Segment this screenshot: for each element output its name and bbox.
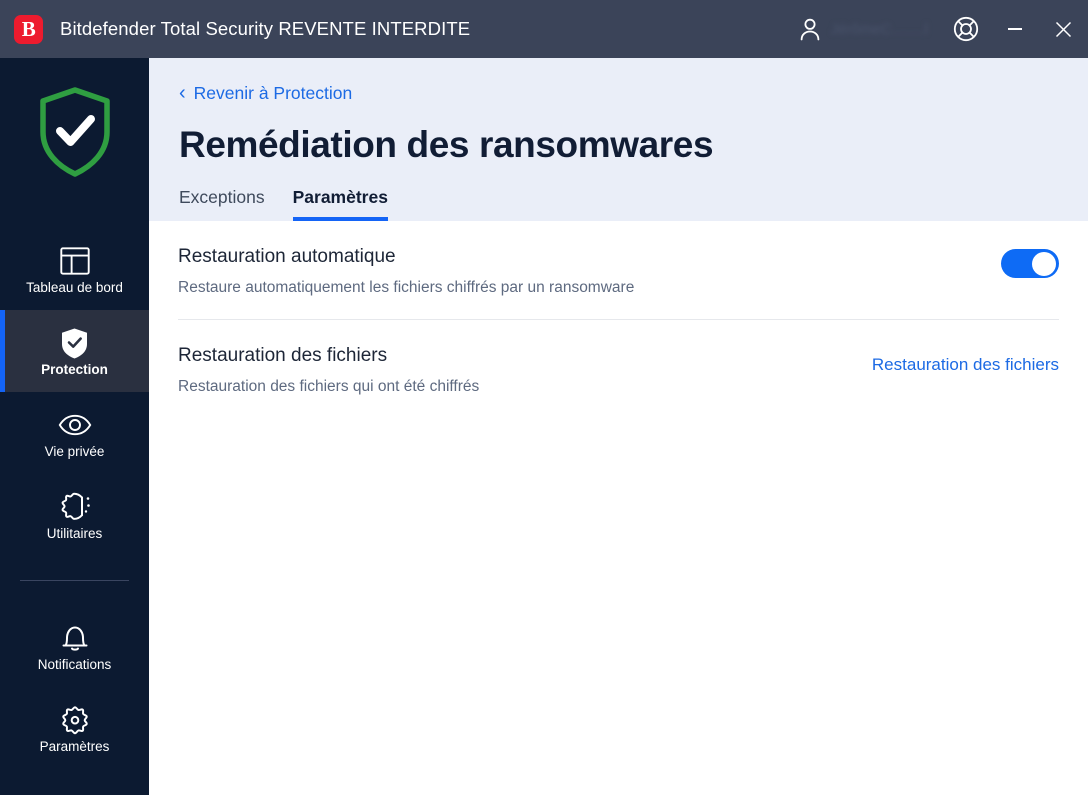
sidebar-divider <box>20 580 129 581</box>
page-title: Remédiation des ransomwares <box>179 124 714 165</box>
setting-description: Restauration des fichiers qui ont été ch… <box>178 377 480 395</box>
tab-bar: Exceptions Paramètres <box>149 167 1088 222</box>
sidebar-item-label: Notifications <box>37 657 112 673</box>
account-button[interactable]: JérômeC........l <box>786 0 942 58</box>
sidebar: Tableau de bord Protection Vie privée Ut… <box>0 58 149 795</box>
sidebar-item-utilitaires[interactable]: Utilitaires <box>0 474 149 556</box>
tab-label: Exceptions <box>179 186 265 207</box>
bitdefender-logo-icon: B <box>14 14 43 44</box>
application-window: B Bitdefender Total Security REVENTE INT… <box>0 0 1088 795</box>
toggle-knob <box>1032 251 1056 276</box>
tab-exceptions[interactable]: Exceptions <box>179 186 265 222</box>
setting-description: Restaure automatiquement les fichiers ch… <box>178 278 635 296</box>
sidebar-item-label: Tableau de bord <box>26 280 123 296</box>
user-icon <box>786 0 834 58</box>
sidebar-item-label: Utilitaires <box>46 526 103 542</box>
shield-check-small-icon <box>60 325 89 361</box>
minimize-icon <box>1007 28 1022 30</box>
setting-row-restauration-des-fichiers: Restauration des fichiers Restauration d… <box>178 320 1059 418</box>
setting-control: Restauration des fichiers <box>872 344 1059 373</box>
sidebar-item-label: Protection <box>41 362 108 378</box>
sidebar-item-protection[interactable]: Protection <box>0 310 149 392</box>
sidebar-item-label: Paramètres <box>39 739 110 755</box>
title-bar-controls: JérômeC........l <box>786 0 1088 58</box>
shield-check-icon <box>0 58 149 206</box>
bell-icon <box>60 620 90 656</box>
page-header: ‹ Revenir à Protection Remédiation des r… <box>149 58 1088 222</box>
account-name: JérômeC........l <box>830 20 928 38</box>
chevron-left-icon: ‹ <box>179 82 186 104</box>
restore-files-link[interactable]: Restauration des fichiers <box>872 348 1059 373</box>
dashboard-icon <box>59 243 90 279</box>
gear-sparkle-icon <box>58 489 92 525</box>
close-button[interactable] <box>1039 0 1088 58</box>
tab-parametres[interactable]: Paramètres <box>292 186 389 222</box>
setting-texts: Restauration automatique Restaure automa… <box>178 245 939 297</box>
logo-letter: B <box>21 16 36 41</box>
body-area: Tableau de bord Protection Vie privée Ut… <box>0 58 1088 795</box>
app-title: Bitdefender Total Security REVENTE INTER… <box>60 18 471 39</box>
back-to-protection-link[interactable]: ‹ Revenir à Protection <box>149 82 353 104</box>
settings-list: Restauration automatique Restaure automa… <box>149 221 1088 419</box>
gear-icon <box>59 702 91 738</box>
sidebar-item-parametres[interactable]: Paramètres <box>0 687 149 769</box>
tab-label: Paramètres <box>292 186 388 207</box>
auto-restore-toggle[interactable] <box>1001 249 1059 279</box>
main-content: ‹ Revenir à Protection Remédiation des r… <box>149 58 1088 795</box>
setting-control <box>939 245 1059 279</box>
lifebuoy-icon[interactable] <box>942 0 990 58</box>
minimize-button[interactable] <box>990 0 1039 58</box>
setting-texts: Restauration des fichiers Restauration d… <box>178 344 872 396</box>
setting-title: Restauration des fichiers <box>178 345 388 367</box>
sidebar-item-label: Vie privée <box>44 444 105 460</box>
sidebar-item-notifications[interactable]: Notifications <box>0 605 149 687</box>
close-icon <box>1055 21 1072 37</box>
back-link-label: Revenir à Protection <box>193 83 353 104</box>
setting-title: Restauration automatique <box>178 246 396 268</box>
title-bar: B Bitdefender Total Security REVENTE INT… <box>0 0 1088 58</box>
setting-row-restauration-automatique: Restauration automatique Restaure automa… <box>178 221 1059 321</box>
eye-icon <box>58 407 92 443</box>
sidebar-item-vie-privee[interactable]: Vie privée <box>0 392 149 474</box>
sidebar-item-tableau-de-bord[interactable]: Tableau de bord <box>0 228 149 310</box>
